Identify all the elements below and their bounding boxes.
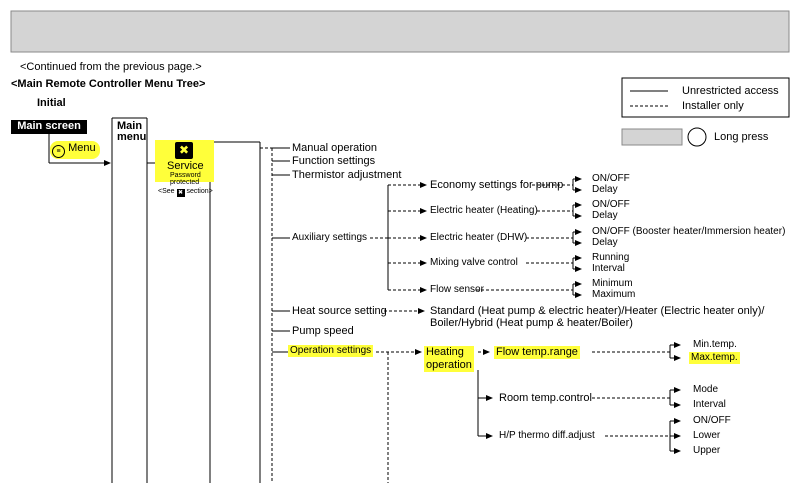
service-protected-label: protected — [170, 179, 200, 186]
operation-settings-item[interactable]: Operation settings — [288, 345, 374, 357]
service-see-note: <See ✖ section> — [158, 188, 213, 197]
menu-button-label: Menu — [68, 142, 96, 154]
menu-button[interactable]: ≡ Menu — [50, 141, 100, 159]
legend-unrestricted: Unrestricted access — [682, 85, 779, 97]
service-small-icon: ✖ — [176, 189, 185, 197]
auxiliary-settings-item[interactable]: Auxiliary settings — [292, 232, 367, 244]
legend-installer: Installer only — [682, 100, 744, 112]
initial-label: Initial — [37, 97, 66, 109]
thermistor-adjustment-item[interactable]: Thermistor adjustment — [292, 169, 401, 182]
main-screen-label: Main screen — [11, 120, 87, 134]
dhw-option-delay: Delay — [592, 237, 618, 248]
header-bar — [10, 10, 790, 53]
function-settings-item[interactable]: Function settings — [292, 155, 375, 168]
dhw-option-onoff: ON/OFF (Booster heater/Immersion heater) — [592, 226, 786, 237]
room-temp-control-item[interactable]: Room temp.control — [499, 392, 592, 405]
flow-temp-range-item[interactable]: Flow temp.range — [494, 346, 580, 359]
room-option-interval: Interval — [693, 399, 726, 410]
economy-pump-item[interactable]: Economy settings for pump — [430, 179, 563, 192]
flow-range-option-min: Min.temp. — [693, 339, 737, 350]
room-option-mode: Mode — [693, 384, 719, 395]
manual-operation-item[interactable]: Manual operation — [292, 142, 377, 155]
legend-long-press: Long press — [714, 131, 769, 143]
flow-sensor-item[interactable]: Flow sensor — [430, 284, 484, 296]
heating-option-delay: Delay — [592, 210, 618, 221]
heating-operation-item[interactable]: Heating operation — [424, 346, 474, 372]
service-tool-icon: ✖ — [175, 142, 193, 159]
flow-option-maximum: Maximum — [592, 289, 636, 300]
thermo-option-onoff: ON/OFF — [693, 415, 731, 426]
continued-note: <Continued from the previous page.> — [20, 61, 202, 73]
economy-option-delay: Delay — [592, 184, 618, 195]
electric-heater-dhw-item[interactable]: Electric heater (DHW) — [430, 232, 527, 244]
electric-heater-heating-item[interactable]: Electric heater (Heating) — [430, 205, 538, 217]
see-suffix: section> — [186, 188, 213, 195]
heat-source-setting-item[interactable]: Heat source setting — [292, 305, 387, 318]
heat-source-option-line2: Boiler/Hybrid (Heat pump & heater/Boiler… — [430, 317, 633, 329]
menu-icon: ≡ — [52, 145, 65, 158]
flow-range-option-max: Max.temp. — [689, 352, 740, 364]
heating-operation-line2: operation — [426, 359, 472, 371]
page-title: <Main Remote Controller Menu Tree> — [11, 78, 206, 90]
mixing-option-interval: Interval — [592, 263, 625, 274]
see-prefix: <See — [158, 188, 175, 195]
pump-speed-item[interactable]: Pump speed — [292, 325, 354, 338]
hp-thermo-item[interactable]: H/P thermo diff.adjust — [499, 430, 595, 442]
legend-long-press-circle — [687, 127, 707, 147]
thermo-option-lower: Lower — [693, 430, 721, 441]
heating-operation-line1: Heating — [426, 346, 464, 358]
main-menu-label-line2: menu — [117, 131, 147, 143]
legend-long-press-bar — [621, 128, 683, 146]
mixing-valve-item[interactable]: Mixing valve control — [430, 257, 518, 269]
thermo-option-upper: Upper — [693, 445, 721, 456]
